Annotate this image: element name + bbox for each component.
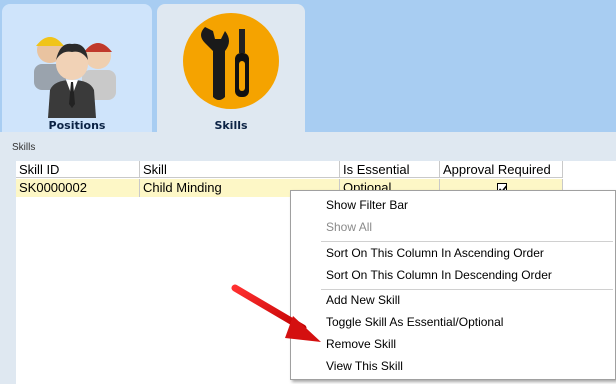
tab-positions[interactable]: Positions (2, 4, 152, 132)
cell-skill-id[interactable]: SK0000002 (16, 179, 140, 197)
menu-item-show-filter-bar[interactable]: Show Filter Bar (326, 194, 408, 216)
grid-header: Skill ID Skill Is Essential Approval Req… (16, 161, 616, 178)
tools-icon (183, 13, 279, 109)
menu-item-sort-descending[interactable]: Sort On This Column In Descending Order (326, 264, 552, 286)
menu-item-sort-ascending[interactable]: Sort On This Column In Ascending Order (326, 242, 544, 264)
menu-item-show-all: Show All (326, 220, 373, 234)
section-title: Skills (12, 142, 36, 153)
tab-positions-label: Positions (48, 119, 106, 132)
menu-item-view-skill[interactable]: View This Skill (326, 355, 403, 377)
tab-skills-label: Skills (214, 119, 248, 132)
context-menu: Show Filter Bar Show All Sort On This Co… (290, 190, 616, 380)
column-header-skill[interactable]: Skill (140, 161, 340, 178)
menu-item-add-new-skill[interactable]: Add New Skill (326, 289, 400, 311)
menu-item-remove-skill[interactable]: Remove Skill (326, 333, 396, 355)
column-header-is-essential[interactable]: Is Essential (340, 161, 440, 178)
people-icon (34, 37, 116, 118)
column-header-skill-id[interactable]: Skill ID (16, 161, 140, 178)
column-header-approval-required[interactable]: Approval Required (440, 161, 563, 178)
ribbon-bar: Positions Skills (0, 0, 616, 132)
menu-item-toggle-essential[interactable]: Toggle Skill As Essential/Optional (326, 311, 503, 333)
tab-skills[interactable]: Skills (157, 4, 305, 132)
red-arrow-annotation (231, 284, 321, 342)
